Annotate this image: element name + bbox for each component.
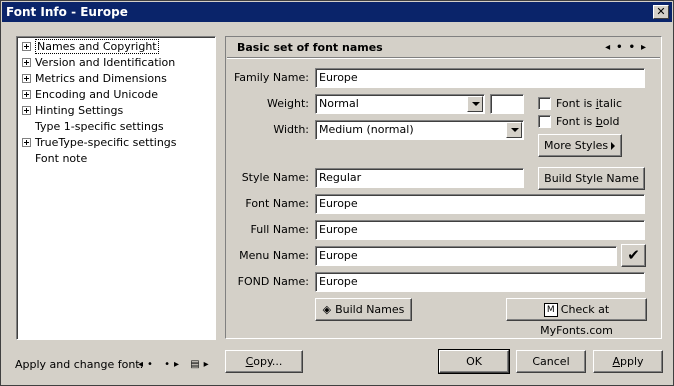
chevron-down-icon[interactable] [467,96,483,112]
tree-item-version-and-identification[interactable]: Version and Identification [22,55,175,71]
bold-checkbox[interactable] [538,115,551,128]
checkmark-icon[interactable]: ✔ [621,244,646,267]
weight-dropdown[interactable]: Normal [315,94,485,114]
panel-nav: ◂••▸ [605,38,652,58]
footer-nav: ◂• •▸ ▤▸ [138,357,213,373]
tree-item-names-and-copyright[interactable]: Names and Copyright [22,39,159,55]
tree-item-label: Metrics and Dimensions [35,72,167,85]
diamond-icon: ◈ [322,303,332,316]
full-name-label: Full Name: [250,223,309,236]
weight-label: Weight: [266,97,309,110]
font-info-window: Font Info - Europe ✕ Names and Copyright… [0,0,674,386]
expand-icon[interactable] [22,73,31,83]
font-list-icon[interactable]: ▤▸ [190,359,212,370]
expand-icon[interactable] [22,89,31,99]
width-dropdown[interactable]: Medium (normal) [315,120,524,140]
title-bar: Font Info - Europe ✕ [2,2,672,22]
arrow-right-icon [611,142,615,150]
panel-header: Basic set of font names ◂••▸ [227,38,660,58]
width-label: Width: [273,123,309,136]
tree-item-type1-settings[interactable]: Type 1-specific settings [22,119,164,135]
build-style-name-button[interactable]: Build Style Name [538,167,645,190]
tree-item-label: Version and Identification [35,56,176,69]
tree-item-encoding-and-unicode[interactable]: Encoding and Unicode [22,87,158,103]
tree-item-label: Names and Copyright [35,39,159,54]
expand-icon[interactable] [22,105,31,115]
expand-icon[interactable] [22,137,31,147]
apply-button[interactable]: Apply [593,350,663,373]
style-name-label: Style Name: [241,171,309,184]
cancel-button[interactable]: Cancel [516,350,586,373]
panel-title: Basic set of font names [237,41,383,54]
tree-item-metrics-and-dimensions[interactable]: Metrics and Dimensions [22,71,167,87]
close-icon[interactable]: ✕ [653,5,669,19]
copy-button[interactable]: Copy... [225,350,303,373]
apply-change-label: Apply and change font: [15,358,144,371]
weight-value: Normal [319,97,359,110]
weight-number-field[interactable] [490,94,524,114]
full-name-field[interactable]: Europe [315,220,645,240]
build-names-button[interactable]: ◈ Build Names [315,298,412,321]
category-tree[interactable]: Names and Copyright Version and Identifi… [16,36,216,340]
myfonts-icon: M [543,303,558,317]
font-name-label: Font Name: [245,197,309,210]
width-value: Medium (normal) [319,123,414,136]
previous-page-icon[interactable]: ◂• [605,42,628,53]
ok-button[interactable]: OK [438,349,510,374]
menu-name-field[interactable]: Europe [315,246,617,266]
tree-item-label: Font note [35,152,88,165]
tree-item-label: Type 1-specific settings [35,120,164,133]
more-styles-button[interactable]: More Styles [538,134,622,157]
expand-icon[interactable] [22,41,31,51]
check-myfonts-button[interactable]: M Check at MyFonts.com [506,298,647,337]
window-title: Font Info - Europe [6,5,128,19]
tree-item-font-note[interactable]: Font note [22,151,87,167]
style-name-field[interactable]: Regular [315,168,524,188]
fond-name-label: FOND Name: [237,275,309,288]
fond-name-field[interactable]: Europe [315,272,645,292]
tree-item-hinting-settings[interactable]: Hinting Settings [22,103,123,119]
tree-item-label: Encoding and Unicode [35,88,158,101]
italic-checkbox-label[interactable]: Font is italic [556,97,622,111]
tree-item-label: TrueType-specific settings [35,136,177,149]
tree-item-truetype-settings[interactable]: TrueType-specific settings [22,135,177,151]
italic-checkbox[interactable] [538,97,551,110]
expand-icon[interactable] [22,57,31,67]
menu-name-label: Menu Name: [239,249,309,262]
next-font-icon[interactable]: •▸ [164,359,183,370]
next-page-icon[interactable]: •▸ [629,42,652,53]
font-name-field[interactable]: Europe [315,194,645,214]
tree-item-label: Hinting Settings [35,104,124,117]
bold-checkbox-label[interactable]: Font is bold [556,115,620,129]
family-name-label: Family Name: [233,71,309,84]
family-name-field[interactable]: Europe [315,68,645,88]
chevron-down-icon[interactable] [506,122,522,138]
previous-font-icon[interactable]: ◂• [138,359,157,370]
